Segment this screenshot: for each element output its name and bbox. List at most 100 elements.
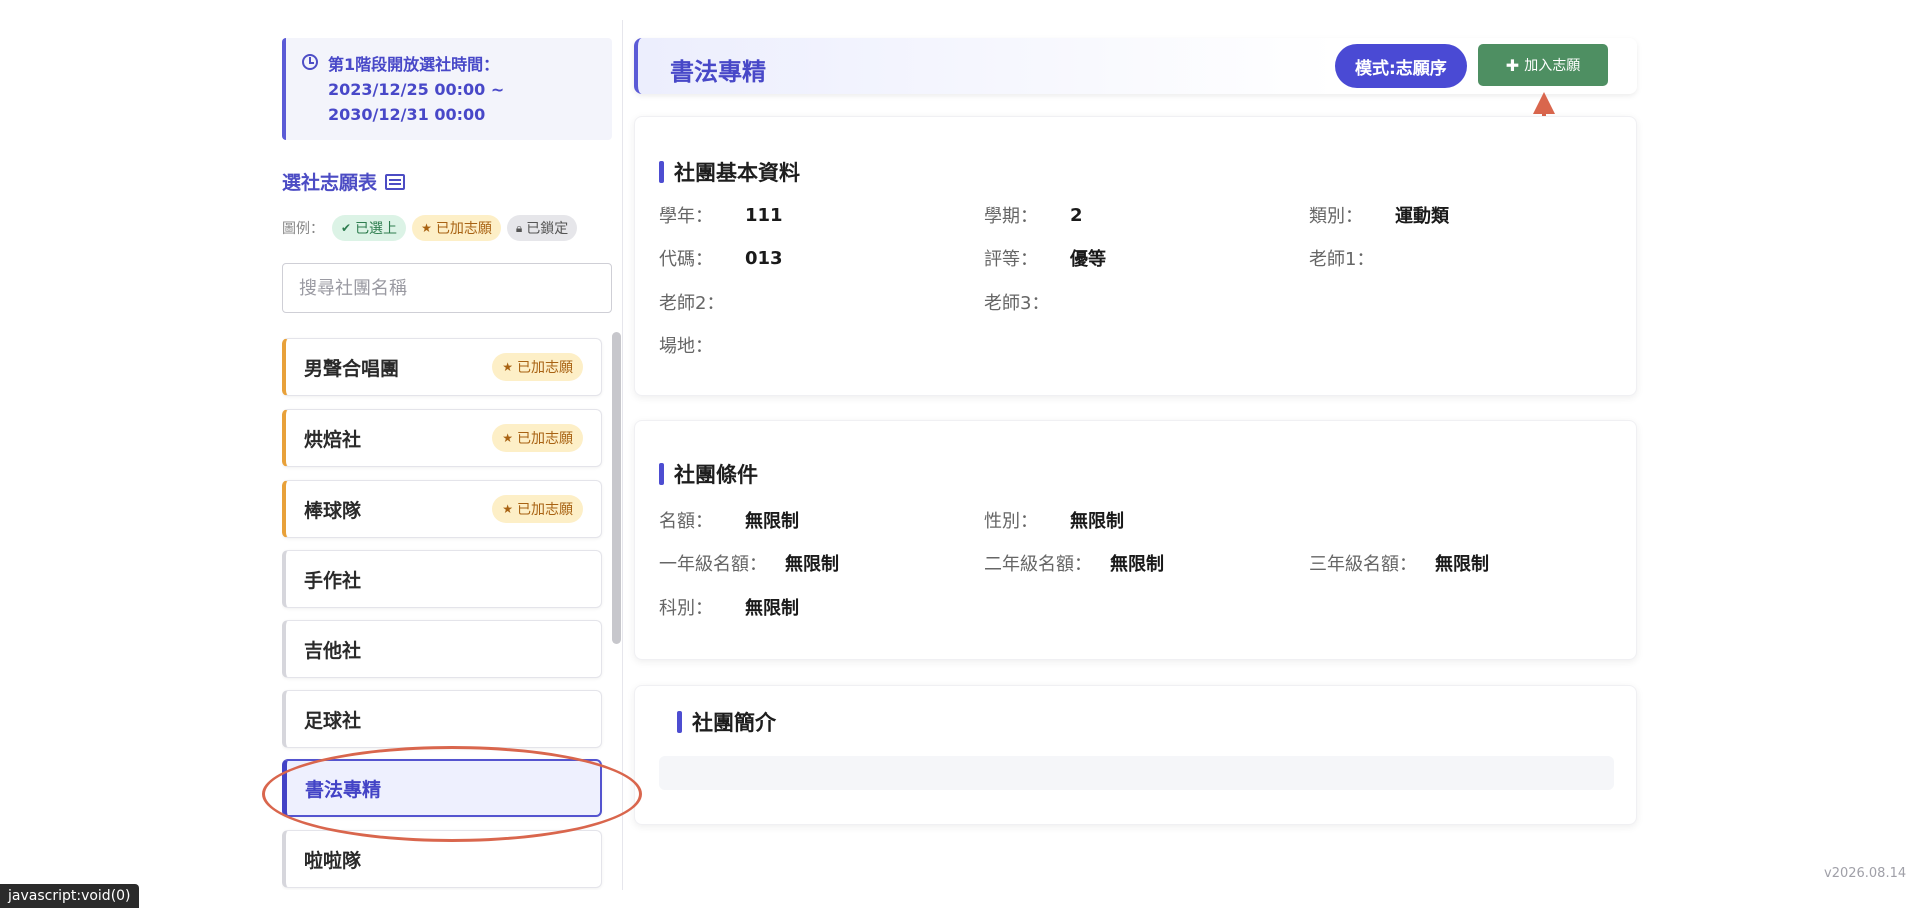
vertical-divider: [622, 20, 623, 890]
teacher2-field: 老師2：: [659, 289, 724, 315]
legend-selected-chip: ✔ 已選上: [332, 215, 407, 241]
legend: 圖例： ✔ 已選上 ★ 已加志願 🔒︎ 已鎖定: [282, 215, 583, 241]
list-item-club[interactable]: 手作社: [282, 550, 602, 608]
basic-info-card: 社團基本資料 學年： 111 學期： 2 類別： 運動類 代碼： 013 評等：…: [634, 116, 1637, 396]
club-name: 足球社: [304, 709, 362, 732]
wish-list-title[interactable]: 選社志願表: [282, 168, 406, 195]
quota-value: 無限制: [745, 511, 799, 532]
list-item-club[interactable]: 足球社: [282, 690, 602, 748]
club-name: 烘焙社: [304, 428, 362, 451]
grade3-quota-value: 無限制: [1435, 554, 1489, 575]
club-header: 書法專精 模式:志願序 ✚ 加入志願: [634, 38, 1637, 94]
legend-label: 圖例：: [282, 221, 324, 237]
wished-badge: ★ 已加志願: [492, 495, 583, 523]
mode-badge: 模式:志願序: [1335, 44, 1467, 88]
legend-locked-chip: 🔒︎ 已鎖定: [506, 215, 578, 241]
list-item-club-selected[interactable]: 書法專精: [282, 759, 602, 817]
code-value: 013: [745, 247, 783, 269]
club-name: 棒球隊: [304, 499, 362, 522]
club-name: 手作社: [304, 569, 362, 592]
legend-selected-label: 已選上: [355, 221, 398, 237]
term-label: 學期：: [984, 206, 1038, 227]
legend-wished-label: 已加志願: [435, 221, 492, 237]
list-item-club[interactable]: 棒球隊 ★ 已加志願: [282, 480, 602, 538]
quota-label: 名額：: [659, 511, 713, 532]
status-bar: javascript:void(0): [0, 884, 139, 908]
legend-wished-chip: ★ 已加志願: [412, 215, 501, 241]
club-name: 書法專精: [305, 778, 382, 801]
grade-value: 優等: [1070, 249, 1106, 270]
list-item-club[interactable]: 男聲合唱團 ★ 已加志願: [282, 338, 602, 396]
wish-list-title-label: 選社志願表: [282, 172, 378, 194]
club-name: 男聲合唱團: [304, 357, 400, 380]
teacher3-label: 老師3：: [984, 293, 1050, 314]
list-item-club[interactable]: 烘焙社 ★ 已加志願: [282, 409, 602, 467]
department-label: 科別：: [659, 598, 713, 619]
teacher1-field: 老師1：: [1309, 245, 1374, 271]
club-title: 書法專精: [670, 58, 766, 86]
quota-field: 名額： 無限制: [659, 507, 799, 533]
conditions-card: 社團條件 名額： 無限制 性別： 無限制 一年級名額： 無限制 二年級名額： 無…: [634, 420, 1637, 660]
intro-card: 社團簡介: [634, 685, 1637, 825]
venue-label: 場地：: [659, 336, 713, 357]
department-value: 無限制: [745, 598, 799, 619]
department-field: 科別： 無限制: [659, 594, 799, 620]
star-icon: ★: [421, 221, 432, 235]
term-field: 學期： 2: [984, 202, 1083, 228]
gender-value: 無限制: [1070, 511, 1124, 532]
star-icon: ★: [502, 431, 513, 445]
gender-label: 性別：: [984, 511, 1038, 532]
code-field: 代碼： 013: [659, 245, 783, 271]
category-field: 類別： 運動類: [1309, 202, 1449, 228]
lock-icon: 🔒︎: [515, 220, 523, 235]
year-field: 學年： 111: [659, 202, 783, 228]
club-search-input[interactable]: [282, 263, 612, 313]
clock-icon: [302, 54, 318, 70]
intro-content: [659, 756, 1614, 790]
table-icon: [385, 173, 406, 190]
gender-field: 性別： 無限制: [984, 507, 1124, 533]
star-icon: ★: [502, 502, 513, 516]
code-label: 代碼：: [659, 249, 713, 270]
add-wish-button[interactable]: ✚ 加入志願: [1478, 44, 1608, 86]
check-icon: ✔: [341, 221, 352, 235]
wished-badge-label: 已加志願: [517, 502, 573, 518]
grade-label: 評等：: [984, 249, 1038, 270]
club-name: 吉他社: [304, 639, 362, 662]
annotation-arrow-head: [1533, 92, 1555, 114]
version-label: v2026.08.14: [1824, 866, 1907, 881]
grade2-quota-field: 二年級名額： 無限制: [984, 550, 1164, 576]
venue-field: 場地：: [659, 332, 713, 358]
sidebar: 第1階段開放選社時間：2023/12/25 00:00 ~ 2030/12/31…: [282, 38, 612, 890]
grade3-quota-label: 三年級名額：: [1309, 554, 1417, 575]
teacher2-label: 老師2：: [659, 293, 725, 314]
list-item-club[interactable]: 啦啦隊: [282, 830, 602, 888]
wished-badge-label: 已加志願: [517, 360, 573, 376]
grade1-quota-field: 一年級名額： 無限制: [659, 550, 839, 576]
category-value: 運動類: [1395, 206, 1449, 227]
legend-locked-label: 已鎖定: [526, 221, 569, 237]
add-wish-label: 加入志願: [1524, 58, 1581, 74]
category-label: 類別：: [1309, 206, 1363, 227]
grade-field: 評等： 優等: [984, 245, 1106, 271]
teacher1-label: 老師1：: [1309, 249, 1375, 270]
list-item-club[interactable]: 吉他社: [282, 620, 602, 678]
intro-title: 社團簡介: [677, 707, 776, 737]
notice-text: 第1階段開放選社時間：2023/12/25 00:00 ~ 2030/12/31…: [328, 55, 505, 124]
grade2-quota-value: 無限制: [1110, 554, 1164, 575]
grade3-quota-field: 三年級名額： 無限制: [1309, 550, 1489, 576]
plus-icon: ✚: [1505, 55, 1520, 75]
wished-badge: ★ 已加志願: [492, 353, 583, 381]
club-name: 啦啦隊: [304, 849, 362, 872]
grade2-quota-label: 二年級名額：: [984, 554, 1092, 575]
selection-period-notice: 第1階段開放選社時間：2023/12/25 00:00 ~ 2030/12/31…: [282, 38, 612, 140]
club-list-scrollbar[interactable]: [612, 332, 621, 644]
star-icon: ★: [502, 360, 513, 374]
grade1-quota-value: 無限制: [785, 554, 839, 575]
wished-badge: ★ 已加志願: [492, 424, 583, 452]
term-value: 2: [1070, 204, 1083, 226]
year-label: 學年：: [659, 206, 713, 227]
wished-badge-label: 已加志願: [517, 431, 573, 447]
basic-info-title: 社團基本資料: [659, 157, 800, 187]
grade1-quota-label: 一年級名額：: [659, 554, 767, 575]
